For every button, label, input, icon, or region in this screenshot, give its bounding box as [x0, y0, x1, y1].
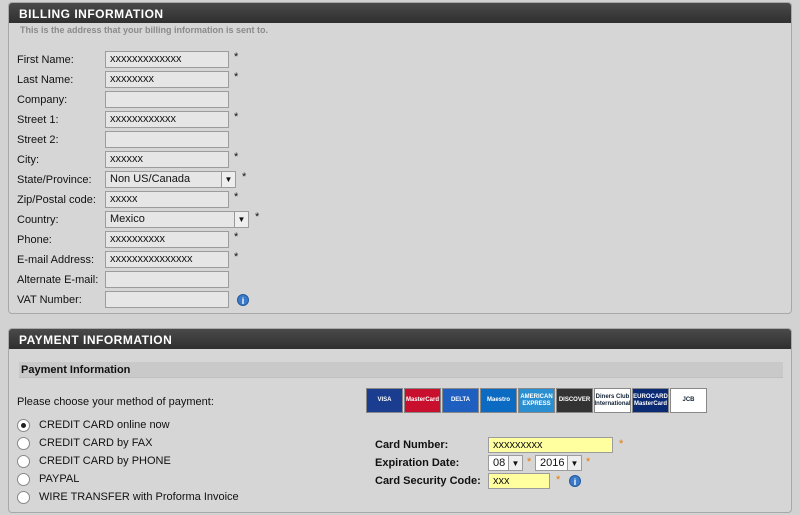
field-label: Last Name:	[17, 74, 74, 86]
field-input[interactable]: xxxxxxxxxxxx	[105, 111, 229, 128]
billing-field-row: Zip/Postal code: xxxxx *	[17, 191, 317, 209]
csc-required: *	[556, 474, 561, 486]
field-input[interactable]	[105, 271, 229, 288]
billing-field-row: E-mail Address: xxxxxxxxxxxxxxx *	[17, 251, 317, 269]
required-marker: *	[234, 251, 239, 263]
exp-month-value: 08	[493, 457, 506, 469]
required-marker: *	[234, 231, 239, 243]
field-input[interactable]	[105, 91, 229, 108]
billing-panel: BILLING INFORMATION This is the address …	[8, 2, 792, 314]
card-logo-icon: MasterCard	[404, 388, 441, 413]
card-logo-icon: Diners Club International	[594, 388, 631, 413]
billing-field-row: State/Province: Non US/Canada ▼ *	[17, 171, 317, 189]
radio-button[interactable]	[17, 455, 30, 468]
field-label: Company:	[17, 94, 68, 106]
payment-method-label: CREDIT CARD by FAX	[39, 437, 153, 449]
field-input[interactable]	[105, 291, 229, 308]
required-marker: *	[234, 51, 239, 63]
field-label: Street 2:	[17, 134, 59, 146]
field-label: Country:	[17, 214, 59, 226]
chevron-down-icon: ▼	[221, 172, 235, 187]
exp-month-select[interactable]: 08 ▼	[488, 455, 523, 471]
field-select[interactable]: Mexico ▼	[105, 211, 249, 228]
billing-field-row: City: xxxxxx *	[17, 151, 317, 169]
payment-panel: PAYMENT INFORMATION Payment Information …	[8, 328, 792, 513]
card-logo-icon: Maestro	[480, 388, 517, 413]
card-number-label: Card Number:	[375, 439, 449, 451]
billing-field-row: Company:	[17, 91, 317, 109]
exp-year-value: 2016	[540, 457, 565, 469]
radio-button[interactable]	[17, 491, 30, 504]
expiration-label: Expiration Date:	[375, 457, 460, 469]
payment-method-label: PAYPAL	[39, 473, 80, 485]
csc-input[interactable]: xxx	[488, 473, 550, 489]
card-logo-icon: DISCOVER	[556, 388, 593, 413]
radio-button[interactable]	[17, 419, 30, 432]
billing-field-row: Country: Mexico ▼ *	[17, 211, 317, 229]
field-label: State/Province:	[17, 174, 92, 186]
card-logo-icon: AMERICAN EXPRESS	[518, 388, 555, 413]
field-input[interactable]	[105, 131, 229, 148]
field-label: First Name:	[17, 54, 74, 66]
field-label: VAT Number:	[17, 294, 82, 306]
billing-title: BILLING INFORMATION	[9, 3, 791, 23]
field-label: Alternate E-mail:	[17, 274, 99, 286]
payment-method-label: CREDIT CARD by PHONE	[39, 455, 171, 467]
card-logo-icon: DELTA	[442, 388, 479, 413]
billing-field-row: Street 1: xxxxxxxxxxxx *	[17, 111, 317, 129]
card-logo-icon: VISA	[366, 388, 403, 413]
exp-year-required: *	[586, 456, 591, 468]
card-logo-icon: JCB	[670, 388, 707, 413]
billing-field-row: First Name: xxxxxxxxxxxxx *	[17, 51, 317, 69]
expiration-row: Expiration Date: 08 ▼ * 2016 ▼ *	[375, 455, 675, 471]
field-label: Zip/Postal code:	[17, 194, 96, 206]
billing-field-row: Last Name: xxxxxxxx *	[17, 71, 317, 89]
chevron-down-icon: ▼	[234, 212, 248, 227]
payment-method-label: CREDIT CARD online now	[39, 419, 170, 431]
card-number-required: *	[619, 438, 624, 450]
card-logo-icon: EUROCARD MasterCard	[632, 388, 669, 413]
payment-method-label: WIRE TRANSFER with Proforma Invoice	[39, 491, 239, 503]
info-icon[interactable]: i	[569, 475, 581, 487]
billing-field-row: Phone: xxxxxxxxxx *	[17, 231, 317, 249]
billing-note: This is the address that your billing in…	[20, 25, 269, 35]
required-marker: *	[234, 191, 239, 203]
payment-title: PAYMENT INFORMATION	[9, 329, 791, 349]
exp-month-required: *	[527, 456, 532, 468]
field-input[interactable]: xxxxxxxx	[105, 71, 229, 88]
card-number-row: Card Number: xxxxxxxxx *	[375, 437, 675, 453]
billing-field-row: Alternate E-mail:	[17, 271, 317, 289]
csc-label: Card Security Code:	[375, 475, 481, 487]
select-value: Mexico	[110, 213, 145, 225]
chevron-down-icon: ▼	[567, 456, 581, 470]
field-label: Phone:	[17, 234, 52, 246]
chevron-down-icon: ▼	[508, 456, 522, 470]
radio-button[interactable]	[17, 437, 30, 450]
field-input[interactable]: xxxxxxxxxxxxx	[105, 51, 229, 68]
field-label: City:	[17, 154, 39, 166]
card-logos: VISA MasterCard DELTA Maestro AMERICAN EXPRE…	[366, 388, 707, 413]
card-number-input[interactable]: xxxxxxxxx	[488, 437, 613, 453]
required-marker: *	[234, 71, 239, 83]
payment-section-label: Payment Information	[19, 362, 783, 378]
required-marker: *	[234, 151, 239, 163]
required-marker: *	[234, 111, 239, 123]
billing-field-row: Street 2:	[17, 131, 317, 149]
choose-method-text: Please choose your method of payment:	[17, 396, 214, 408]
field-input[interactable]: xxxxxxxxxxxxxxx	[105, 251, 229, 268]
field-input[interactable]: xxxxx	[105, 191, 229, 208]
field-input[interactable]: xxxxxxxxxx	[105, 231, 229, 248]
field-label: E-mail Address:	[17, 254, 95, 266]
billing-field-row: VAT Number: i	[17, 291, 317, 309]
field-select[interactable]: Non US/Canada ▼	[105, 171, 236, 188]
field-input[interactable]: xxxxxx	[105, 151, 229, 168]
radio-button[interactable]	[17, 473, 30, 486]
info-icon[interactable]: i	[237, 294, 249, 306]
exp-year-select[interactable]: 2016 ▼	[535, 455, 582, 471]
required-marker: *	[255, 211, 260, 223]
field-label: Street 1:	[17, 114, 59, 126]
select-value: Non US/Canada	[110, 173, 191, 185]
csc-row: Card Security Code: xxx * i	[375, 473, 675, 489]
required-marker: *	[242, 171, 247, 183]
